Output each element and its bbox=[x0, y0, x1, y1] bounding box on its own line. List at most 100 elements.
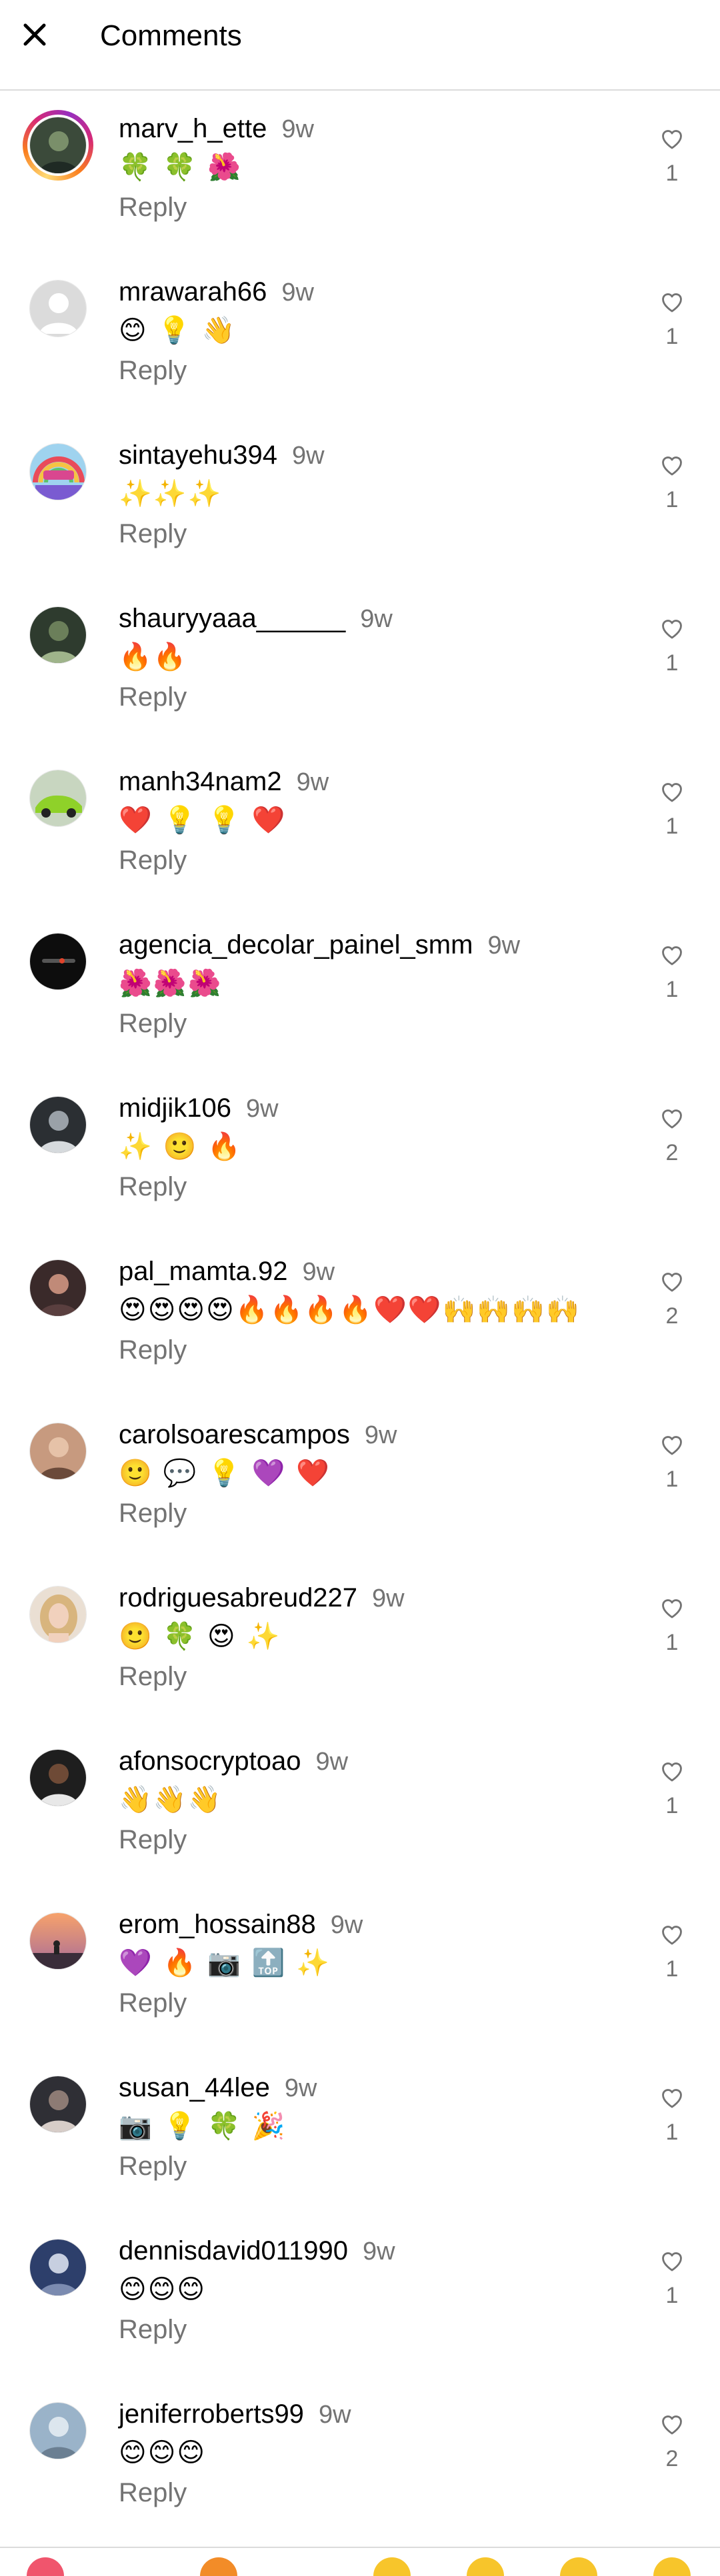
heart-icon[interactable] bbox=[661, 129, 683, 151]
comment-username[interactable]: jeniferroberts99 bbox=[119, 2395, 304, 2433]
avatar[interactable] bbox=[23, 926, 93, 997]
reply-button[interactable]: Reply bbox=[119, 1820, 187, 1860]
like-count: 1 bbox=[665, 1956, 679, 1982]
avatar[interactable] bbox=[23, 1089, 93, 1160]
comment-item: sintayehu394 9w ✨✨✨ Reply 1 bbox=[0, 418, 720, 581]
comment-username[interactable]: dennisdavid011990 bbox=[119, 2232, 348, 2269]
avatar-image bbox=[29, 280, 87, 337]
heart-icon[interactable] bbox=[661, 1598, 683, 1620]
reply-button[interactable]: Reply bbox=[119, 677, 187, 717]
avatar-image bbox=[29, 2076, 87, 2133]
comment-timestamp: 9w bbox=[330, 1911, 363, 1939]
comment-username[interactable]: midjik106 bbox=[119, 1089, 231, 1127]
comment-username[interactable]: sintayehu394 bbox=[119, 436, 277, 474]
heart-icon[interactable] bbox=[661, 2088, 683, 2110]
emoji-laugh-icon[interactable] bbox=[467, 2557, 504, 2576]
avatar[interactable] bbox=[23, 1416, 93, 1487]
reply-button[interactable]: Reply bbox=[119, 2473, 187, 2513]
reply-button[interactable]: Reply bbox=[119, 840, 187, 880]
comment-username[interactable]: erom_hossain88 bbox=[119, 1906, 316, 1943]
comment-text: 😍😍😍😍🔥🔥🔥🔥❤️❤️🙌🙌🙌🙌 bbox=[119, 1295, 581, 1325]
page-title: Comments bbox=[100, 19, 242, 52]
comment-username[interactable]: manh34nam2 bbox=[119, 763, 282, 800]
comment-text: 📷 💡 🍀 🎉 bbox=[119, 2111, 287, 2142]
comment-username[interactable]: susan_44lee bbox=[119, 2069, 270, 2106]
reply-button[interactable]: Reply bbox=[119, 2146, 187, 2186]
like-count: 2 bbox=[665, 1303, 679, 1329]
comment-timestamp: 9w bbox=[302, 1258, 335, 1286]
comment-text: 🙂 🍀 😍 ✨ bbox=[119, 1621, 281, 1652]
reply-button[interactable]: Reply bbox=[119, 1983, 187, 2023]
avatar[interactable] bbox=[23, 2395, 93, 2466]
avatar-image bbox=[29, 933, 87, 990]
heart-icon[interactable] bbox=[661, 618, 683, 641]
heart-icon[interactable] bbox=[661, 2414, 683, 2437]
comment-timestamp: 9w bbox=[372, 1585, 405, 1612]
heart-icon[interactable] bbox=[661, 1924, 683, 1947]
heart-icon[interactable] bbox=[661, 945, 683, 967]
avatar[interactable] bbox=[23, 2232, 93, 2303]
like-count: 1 bbox=[665, 2120, 679, 2145]
comment-text: 🔥🔥 bbox=[119, 642, 188, 672]
heart-icon[interactable] bbox=[661, 1108, 683, 1131]
comment-timestamp: 9w bbox=[284, 2074, 317, 2102]
avatar[interactable] bbox=[23, 763, 93, 834]
close-icon bbox=[23, 23, 46, 46]
avatar[interactable] bbox=[23, 1906, 93, 1976]
avatar[interactable] bbox=[23, 1253, 93, 1323]
like-count: 1 bbox=[665, 1630, 679, 1655]
avatar-image bbox=[29, 2239, 87, 2296]
comment-text: 👋👋👋 bbox=[119, 1784, 223, 1815]
avatar[interactable] bbox=[23, 436, 93, 507]
reply-button[interactable]: Reply bbox=[119, 350, 187, 390]
reply-button[interactable]: Reply bbox=[119, 1656, 187, 1696]
avatar-image bbox=[29, 770, 87, 827]
comment-text: 🙂 💬 💡 💜 ❤️ bbox=[119, 1458, 331, 1489]
emoji-wow-icon[interactable] bbox=[653, 2557, 691, 2576]
comment-timestamp: 9w bbox=[318, 2401, 351, 2429]
comment-username[interactable]: marv_h_ette bbox=[119, 110, 267, 147]
emoji-smile-icon[interactable] bbox=[373, 2557, 411, 2576]
close-button[interactable] bbox=[15, 15, 55, 55]
comment-timestamp: 9w bbox=[364, 1421, 397, 1449]
comment-item: agencia_decolar_painel_smm 9w 🌺🌺🌺 Reply … bbox=[0, 908, 720, 1071]
avatar[interactable] bbox=[23, 2069, 93, 2140]
comment-username[interactable]: shauryyaaa______ bbox=[119, 600, 345, 637]
comment-username[interactable]: agencia_decolar_painel_smm bbox=[119, 926, 473, 964]
avatar-image bbox=[29, 1423, 87, 1480]
comment-username[interactable]: carolsoarescampos bbox=[119, 1416, 350, 1453]
emoji-love-icon[interactable] bbox=[560, 2557, 597, 2576]
heart-icon[interactable] bbox=[661, 1271, 683, 1294]
comment-username[interactable]: rodriguesabreud227 bbox=[119, 1579, 357, 1616]
emoji-fire-icon[interactable] bbox=[200, 2557, 237, 2576]
reply-button[interactable]: Reply bbox=[119, 1003, 187, 1043]
heart-icon[interactable] bbox=[661, 782, 683, 804]
reply-button[interactable]: Reply bbox=[119, 187, 187, 227]
avatar[interactable] bbox=[23, 273, 93, 344]
comment-username[interactable]: mrawarah66 bbox=[119, 273, 267, 311]
reply-button[interactable]: Reply bbox=[119, 1330, 187, 1370]
heart-icon[interactable] bbox=[661, 2251, 683, 2273]
comment-username[interactable]: afonsocryptoao bbox=[119, 1742, 301, 1780]
comment-text: 😊 💡 👋 bbox=[119, 315, 237, 346]
emoji-heart-icon[interactable] bbox=[27, 2557, 64, 2576]
reply-button[interactable]: Reply bbox=[119, 2309, 187, 2349]
comment-timestamp: 9w bbox=[296, 768, 329, 796]
reply-button[interactable]: Reply bbox=[119, 1167, 187, 1207]
reply-button[interactable]: Reply bbox=[119, 514, 187, 554]
avatar[interactable] bbox=[23, 1742, 93, 1813]
heart-icon[interactable] bbox=[661, 455, 683, 478]
avatar[interactable] bbox=[23, 600, 93, 670]
avatar[interactable] bbox=[23, 1579, 93, 1650]
avatar[interactable] bbox=[23, 110, 93, 181]
comment-username[interactable]: pal_mamta.92 bbox=[119, 1253, 287, 1290]
comment-list: marv_h_ette 9w 🍀 🍀 🌺 Reply 1 mrawarah66 … bbox=[0, 91, 720, 2540]
reply-button[interactable]: Reply bbox=[119, 1493, 187, 1533]
like-count: 1 bbox=[665, 650, 679, 676]
heart-icon[interactable] bbox=[661, 1435, 683, 1457]
comment-item: manh34nam2 9w ❤️ 💡 💡 ❤️ Reply 1 bbox=[0, 744, 720, 908]
heart-icon[interactable] bbox=[661, 1761, 683, 1784]
comment-item: erom_hossain88 9w 💜 🔥 📷 🔝 ✨ Reply 1 bbox=[0, 1887, 720, 2050]
heart-icon[interactable] bbox=[661, 292, 683, 315]
avatar-image bbox=[29, 1259, 87, 1317]
